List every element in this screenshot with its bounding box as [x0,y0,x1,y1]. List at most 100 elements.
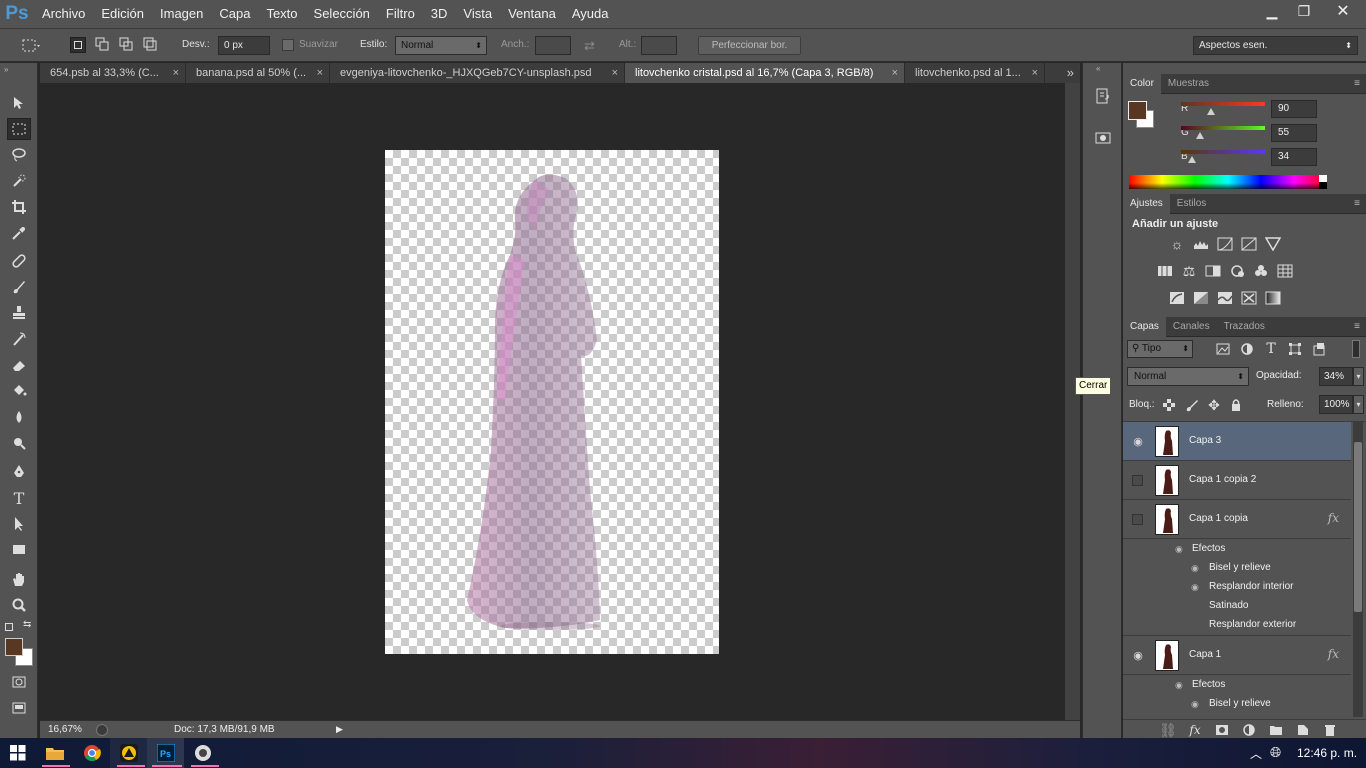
screen-mode-icon[interactable] [7,697,31,719]
visibility-off-box[interactable] [1132,475,1143,486]
levels-icon[interactable] [1192,236,1210,252]
menu-imagen[interactable]: Imagen [152,0,211,28]
document-canvas[interactable] [385,150,719,654]
color-fg-swatch[interactable] [1128,101,1147,120]
properties-panel-icon[interactable] [1094,129,1112,147]
rectangle-tool-icon[interactable] [7,539,31,561]
photo-filter-icon[interactable] [1228,263,1246,279]
new-adjustment-icon[interactable] [1240,722,1258,738]
effect-row[interactable]: ◉ Bisel y relieve [1123,559,1351,578]
new-selection-icon[interactable] [70,37,86,53]
r-value[interactable]: 90 [1271,100,1317,118]
tab-canales[interactable]: Canales [1166,317,1217,337]
close-tab-icon[interactable]: × [612,63,618,83]
style-select[interactable]: Normal ⬍ [395,36,487,55]
clock-time[interactable]: 12:46 p. m. [1297,746,1357,760]
eraser-tool-icon[interactable] [7,354,31,376]
hue-saturation-icon[interactable] [1156,263,1174,279]
b-slider-thumb[interactable] [1188,156,1196,163]
path-selection-tool-icon[interactable] [7,513,31,535]
panel-menu-icon[interactable]: ≡ [1354,198,1360,209]
lock-transparent-icon[interactable] [1160,397,1178,413]
fill-input[interactable]: 100% [1319,395,1353,414]
eye-icon[interactable]: ◉ [1131,434,1145,448]
photoshop-taskbar-icon[interactable]: Ps [147,738,184,768]
refine-edge-button[interactable]: Perfeccionar bor. [698,36,801,55]
lasso-tool-icon[interactable] [7,144,31,166]
menu-filtro[interactable]: Filtro [378,0,423,28]
r-slider[interactable] [1181,102,1265,106]
tab-overflow-icon[interactable]: » [1067,65,1074,80]
b-slider[interactable] [1181,150,1265,154]
tab-ajustes[interactable]: Ajustes [1123,194,1170,214]
lock-position-icon[interactable]: ✥ [1205,397,1223,413]
status-info-icon[interactable] [96,724,108,736]
add-mask-icon[interactable] [1213,722,1231,738]
canvas-area[interactable] [40,83,1065,720]
fx-icon[interactable]: fx [1328,647,1339,661]
tab-muestras[interactable]: Muestras [1161,74,1216,94]
black-white-icon[interactable] [1204,263,1222,279]
color-spectrum-bar[interactable] [1129,175,1327,189]
selective-color-icon[interactable] [1240,290,1258,306]
layers-scrollbar[interactable] [1353,422,1363,717]
rectangular-marquee-tool-icon[interactable] [7,118,31,140]
layer-name[interactable]: Capa 1 [1189,649,1221,660]
paint-bucket-tool-icon[interactable] [7,380,31,402]
filter-pixel-icon[interactable] [1214,341,1232,357]
eyedropper-tool-icon[interactable] [7,222,31,244]
zoom-level[interactable]: 16,67% [48,724,82,735]
doc-tab[interactable]: litovchenko.psd al 1... × [905,63,1045,83]
doc-tab[interactable]: banana.psd al 50% (... × [186,63,330,83]
default-colors-icon[interactable] [5,623,13,631]
menu-ventana[interactable]: Ventana [500,0,564,28]
fx-icon[interactable]: fx [1328,511,1339,525]
posterize-icon[interactable] [1192,290,1210,306]
hand-tool-icon[interactable] [7,568,31,590]
dodge-tool-icon[interactable] [7,432,31,454]
globe-icon[interactable]: 🌐︎ [1270,744,1281,761]
menu-edicion[interactable]: Edición [93,0,152,28]
brightness-contrast-icon[interactable]: ☼ [1168,236,1186,252]
quick-mask-icon[interactable] [7,671,31,693]
effect-row[interactable]: ◉ Bisel y relieve [1123,695,1351,714]
close-tab-icon[interactable]: × [892,63,898,83]
intersect-selection-icon[interactable] [143,37,159,53]
menu-texto[interactable]: Texto [258,0,305,28]
chrome-icon[interactable] [73,738,110,768]
close-tab-icon[interactable]: × [173,63,179,83]
lock-all-icon[interactable] [1227,397,1245,413]
delete-layer-icon[interactable] [1321,722,1339,738]
b-value[interactable]: 34 [1271,148,1317,166]
history-brush-tool-icon[interactable] [7,328,31,350]
collapse-dock-icon[interactable]: « [1096,64,1100,73]
history-panel-icon[interactable] [1094,87,1112,105]
lock-pixels-icon[interactable] [1183,397,1201,413]
width-input[interactable] [535,36,571,55]
menu-archivo[interactable]: Archivo [34,0,93,28]
menu-3d[interactable]: 3D [423,0,456,28]
layer-row[interactable]: ◉ Capa 1 fx [1123,636,1351,675]
crop-tool-icon[interactable] [7,196,31,218]
menu-ayuda[interactable]: Ayuda [564,0,617,28]
menu-vista[interactable]: Vista [455,0,500,28]
tab-trazados[interactable]: Trazados [1217,317,1272,337]
channel-mixer-icon[interactable] [1252,263,1270,279]
app-icon-circle[interactable] [184,738,221,768]
canvas-vertical-scrollbar[interactable] [1065,83,1080,720]
type-tool-icon[interactable]: T [7,487,31,509]
new-layer-icon[interactable] [1294,722,1312,738]
collapse-toolbar-icon[interactable]: » [4,65,8,74]
gradient-map-icon[interactable] [1264,290,1282,306]
app-icon-triangle[interactable] [110,738,147,768]
filter-smart-object-icon[interactable] [1310,341,1328,357]
layer-row[interactable]: ◉ Capa 3 [1123,422,1351,461]
windows-start-icon[interactable] [0,738,36,768]
g-value[interactable]: 55 [1271,124,1317,142]
pen-tool-icon[interactable] [7,461,31,483]
doc-tab[interactable]: 654.psb al 33,3% (C... × [40,63,186,83]
layer-name[interactable]: Capa 3 [1189,435,1221,446]
filter-type-icon[interactable]: T [1262,341,1280,357]
brush-tool-icon[interactable] [7,276,31,298]
opacity-input[interactable]: 34% [1319,367,1353,386]
